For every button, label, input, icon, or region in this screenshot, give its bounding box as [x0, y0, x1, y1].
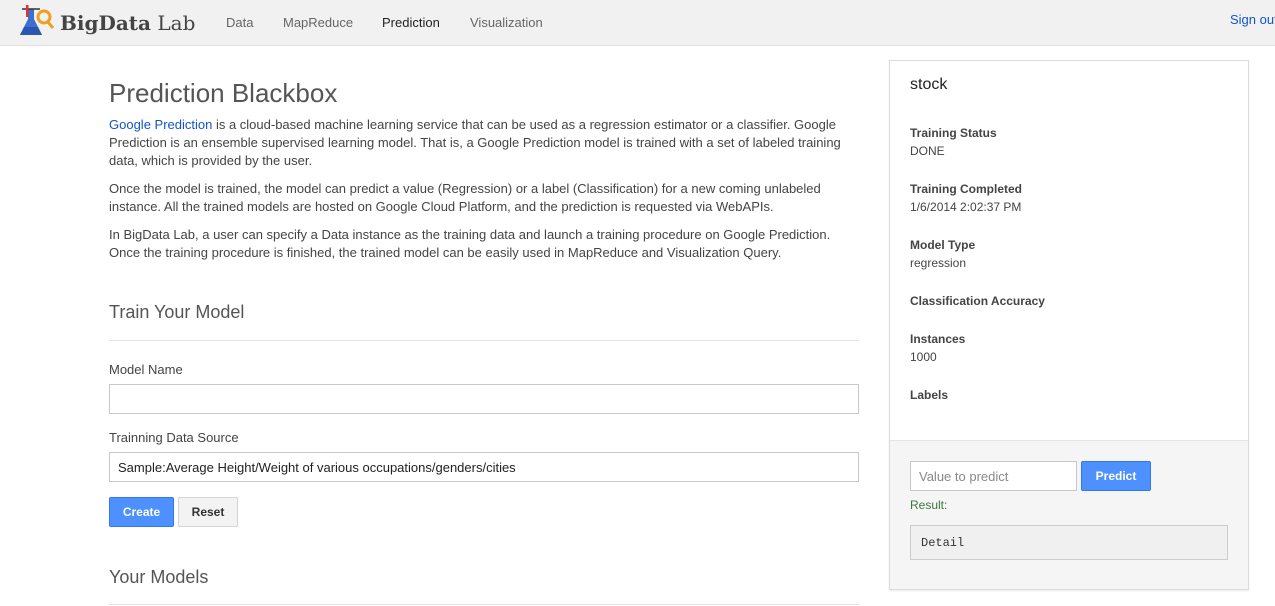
training-status-value: DONE: [910, 144, 945, 158]
page-title: Prediction Blackbox: [109, 78, 338, 108]
bigdata-paragraph: In BigData Lab, a user can specify a Dat…: [109, 227, 831, 260]
model-name-input[interactable]: [109, 384, 859, 414]
instances-value: 1000: [910, 350, 937, 364]
model-paragraph: Once the model is trained, the model can…: [109, 181, 821, 214]
nav-data[interactable]: Data: [226, 15, 253, 30]
value-to-predict-input[interactable]: [910, 461, 1077, 491]
model-detail-panel: stock Training Status DONE Training Comp…: [889, 60, 1249, 590]
google-prediction-link[interactable]: Google Prediction: [109, 117, 212, 132]
result-detail-box: Detail: [910, 525, 1228, 560]
train-model-heading: Train Your Model: [109, 302, 245, 322]
data-source-label: Trainning Data Source: [109, 430, 239, 445]
reset-button[interactable]: Reset: [178, 497, 238, 527]
predict-section: Predict Result: Detail: [890, 440, 1248, 589]
training-status-label: Training Status: [910, 126, 997, 140]
model-type-label: Model Type: [910, 238, 976, 252]
result-label: Result:: [910, 498, 948, 512]
model-title: stock: [910, 76, 948, 93]
instances-label: Instances: [910, 332, 966, 346]
nav-mapreduce[interactable]: MapReduce: [283, 15, 353, 30]
sign-out-link[interactable]: Sign out: [1230, 12, 1275, 27]
data-source-input[interactable]: [109, 452, 859, 482]
model-name-label: Model Name: [109, 362, 183, 377]
predict-button[interactable]: Predict: [1081, 461, 1151, 491]
nav-prediction[interactable]: Prediction: [382, 15, 440, 30]
top-navbar: BigData Lab Data MapReduce Prediction Vi…: [0, 0, 1275, 46]
intro-paragraph: Google Prediction is a cloud-based machi…: [109, 117, 841, 168]
your-models-heading: Your Models: [109, 567, 209, 587]
training-completed-value: 1/6/2014 2:02:37 PM: [910, 200, 1022, 214]
training-completed-label: Training Completed: [910, 182, 1023, 196]
labels-label: Labels: [910, 388, 949, 402]
create-button[interactable]: Create: [109, 497, 174, 527]
divider: [109, 604, 859, 605]
brand-title[interactable]: BigData Lab: [60, 11, 195, 35]
model-type-value: regression: [910, 256, 967, 270]
nav-visualization[interactable]: Visualization: [470, 15, 543, 30]
bigdata-logo-icon[interactable]: [18, 5, 54, 41]
divider: [109, 340, 859, 341]
classification-accuracy-label: Classification Accuracy: [910, 294, 1045, 308]
